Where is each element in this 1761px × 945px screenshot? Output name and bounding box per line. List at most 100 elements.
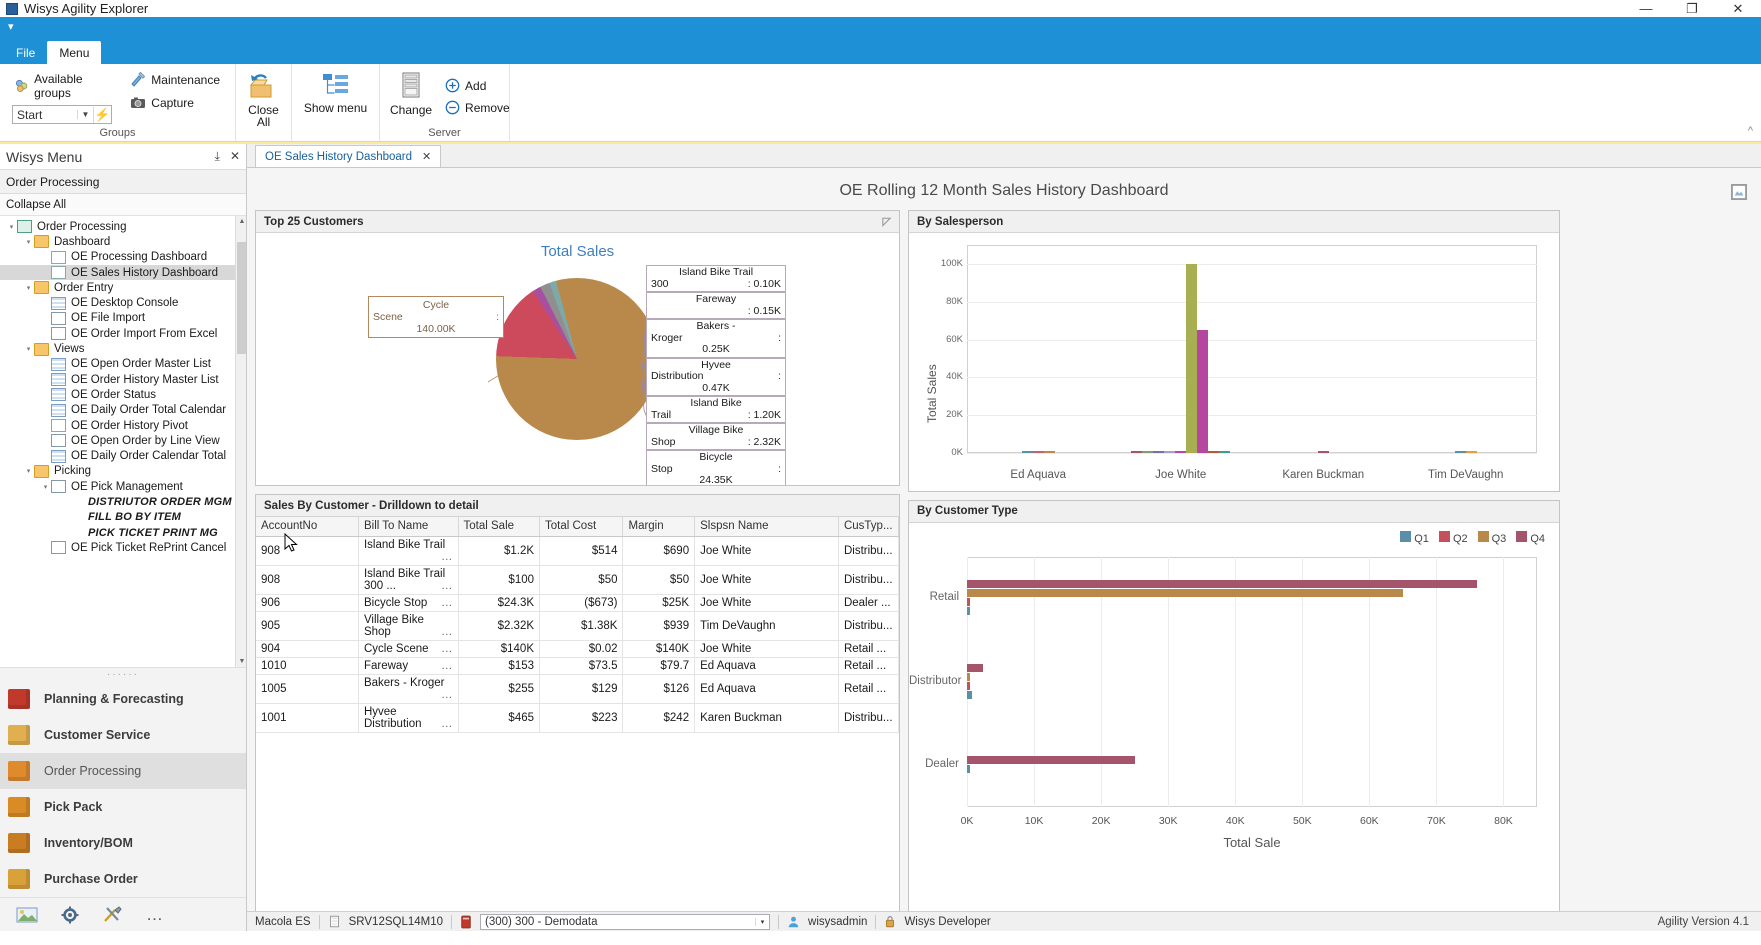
table-column-header[interactable]: CusTyp... [838, 517, 899, 537]
tree-item[interactable]: FILL BO BY ITEM [0, 510, 246, 525]
bar[interactable] [967, 690, 972, 699]
bar[interactable] [1317, 450, 1329, 453]
bar[interactable] [1208, 450, 1220, 453]
bar[interactable] [1164, 450, 1176, 453]
scroll-up-icon[interactable]: ▲ [238, 218, 246, 225]
quick-access-dropdown-icon[interactable]: ▾ [8, 20, 14, 33]
pie-chart[interactable]: Cycle Scene : 140.00K Island Bike Trail 3… [256, 260, 899, 485]
bar[interactable] [1186, 263, 1198, 453]
table-row[interactable]: 1005 Bakers - Kroger… $255 $129 $126 Ed Aquav… [256, 674, 899, 704]
photo-icon[interactable] [16, 906, 38, 924]
tree-expander-icon[interactable]: ▾ [23, 238, 34, 246]
chevron-down-icon[interactable]: ▾ [755, 917, 769, 926]
sales-by-customer-table[interactable]: AccountNo Bill To Name Total Sale Total Cos… [256, 517, 899, 733]
bar[interactable] [1153, 450, 1165, 453]
bar[interactable] [1465, 450, 1477, 453]
sidebar-item-order-processing[interactable]: Order Processing [0, 753, 246, 789]
available-groups-button[interactable]: Available groups [12, 70, 115, 102]
bar[interactable] [967, 580, 1477, 589]
close-all-button[interactable]: Close All [242, 68, 285, 131]
tree-expander-icon[interactable]: ▾ [6, 223, 17, 231]
salesperson-chart[interactable]: Total Sales 0K 20K 40K 60K 80K 100K Ed Aquava… [909, 233, 1559, 491]
table-column-header[interactable]: Margin [622, 517, 696, 537]
maintenance-button[interactable]: Maintenance [127, 70, 223, 90]
bar[interactable] [1197, 330, 1209, 453]
table-row[interactable]: 908 Island Bike Trail… $1.2K $514 $690 Joe Wh… [256, 536, 899, 566]
scroll-down-icon[interactable]: ▼ [238, 658, 246, 665]
ribbon-collapse-icon[interactable]: ^ [1748, 125, 1753, 137]
tree-expander-icon[interactable]: ▾ [23, 345, 34, 353]
bar[interactable] [967, 663, 984, 672]
tree-scrollbar[interactable]: ▲ ▼ [235, 216, 246, 667]
remove-server-button[interactable]: Remove [442, 98, 513, 117]
close-icon[interactable]: ✕ [230, 149, 240, 164]
tree-item[interactable]: OE Sales History Dashboard [0, 264, 246, 281]
table-row[interactable]: 904 Cycle Scene… $140K $0.02 $140K Joe White R… [256, 640, 899, 658]
bar[interactable] [1142, 450, 1154, 453]
sidebar-item-purchase-order[interactable]: Purchase Order [0, 861, 246, 897]
table-row[interactable]: 908 Island Bike Trail 300 ...… $100 $50 $50 J… [256, 565, 899, 595]
table-row[interactable]: 905 Village Bike Shop … $2.32K $1.38K $939 Tim… [256, 611, 899, 641]
bar[interactable] [967, 681, 971, 690]
panel-pin-icon[interactable]: ◸ [883, 215, 891, 228]
bar[interactable] [1131, 450, 1143, 453]
table-row[interactable]: 1010 Fareway … $153 $73.5 $79.7 Ed Aquava Retai… [256, 657, 899, 675]
tree-item[interactable]: DISTRIUTOR ORDER MGM [0, 494, 246, 509]
gear-icon[interactable] [60, 905, 80, 925]
sidebar-item-customer-service[interactable]: Customer Service [0, 717, 246, 753]
bar[interactable] [1021, 450, 1033, 453]
tree-item[interactable]: OE Order Import From Excel [0, 326, 246, 341]
legend-entry[interactable]: Q3 [1477, 530, 1506, 545]
legend-entry[interactable]: Q1 [1400, 530, 1429, 545]
tree-item[interactable]: OE Open Order Master List [0, 357, 246, 372]
maximize-button[interactable]: ❐ [1669, 0, 1715, 17]
tree-expander-icon[interactable]: ▾ [23, 467, 34, 475]
capture-button[interactable]: Capture [127, 93, 223, 113]
tree-expander-icon[interactable]: ▾ [40, 483, 51, 491]
chevron-down-icon[interactable]: ▼ [77, 110, 93, 119]
table-column-header[interactable]: Bill To Name [358, 517, 459, 537]
tree-item[interactable]: OE Daily Order Total Calendar [0, 403, 246, 418]
legend-entry[interactable]: Q2 [1438, 530, 1468, 545]
export-icon[interactable] [1731, 184, 1747, 200]
bar[interactable] [967, 598, 970, 607]
change-server-button[interactable]: Change [386, 68, 436, 119]
tree-expander-icon[interactable]: ▾ [23, 284, 34, 292]
tree-item[interactable]: OE Daily Order Calendar Total [0, 448, 246, 463]
tree-item[interactable]: OE Processing Dashboard [0, 250, 246, 265]
bar[interactable] [1043, 450, 1055, 453]
tab-menu[interactable]: Menu [47, 41, 102, 64]
tools-icon[interactable] [102, 905, 124, 925]
bar[interactable] [1219, 450, 1231, 453]
tree-item[interactable]: OE Order History Pivot [0, 418, 246, 433]
run-bolt-icon[interactable]: ⚡ [93, 106, 111, 123]
add-server-button[interactable]: Add [442, 76, 513, 95]
table-column-header[interactable]: AccountNo [256, 517, 359, 537]
tree-item[interactable]: OE Open Order by Line View [0, 433, 246, 448]
customer-type-chart[interactable]: Q1 Q2 Q3 Q4 Retail Distributor Dealer 0K 10K 20… [909, 523, 1559, 911]
tree-item[interactable]: ▾ Picking [0, 464, 246, 479]
pin-icon[interactable]: ⤓ [215, 149, 220, 164]
table-column-header[interactable]: Slspsn Name [694, 517, 839, 537]
tree-item[interactable]: OE Order Status [0, 387, 246, 402]
document-tab-close-icon[interactable]: ✕ [422, 150, 431, 163]
tree-scroll-thumb[interactable] [237, 242, 246, 354]
sidebar-splitter[interactable]: ······ [0, 667, 246, 681]
tree-item[interactable]: OE Pick Ticket RePrint Cancel [0, 540, 246, 555]
pie-graphic[interactable] [496, 278, 658, 440]
document-tab-oe-sales-history-dashboard[interactable]: OE Sales History Dashboard ✕ [255, 145, 442, 167]
bar[interactable] [967, 672, 970, 681]
sidebar-item-inventory-bom[interactable]: Inventory/BOM [0, 825, 246, 861]
bar[interactable] [1454, 450, 1466, 453]
bar[interactable] [967, 607, 970, 616]
show-menu-button[interactable]: Show menu [298, 68, 373, 117]
tree-item[interactable]: ▾ Order Processing [0, 219, 246, 234]
tree-item[interactable]: OE Order History Master List [0, 372, 246, 387]
tree-item[interactable]: OE File Import [0, 311, 246, 326]
overflow-icon[interactable]: … [146, 905, 164, 925]
table-row[interactable]: 1001 Hyvee Distribution … $465 $223 $242 Karen… [256, 703, 899, 733]
start-group-combo[interactable]: Start ▼ ⚡ [12, 105, 112, 124]
bar[interactable] [1032, 450, 1044, 453]
tree-item[interactable]: ▾ Views [0, 341, 246, 356]
collapse-all-button[interactable]: Collapse All [0, 194, 246, 216]
